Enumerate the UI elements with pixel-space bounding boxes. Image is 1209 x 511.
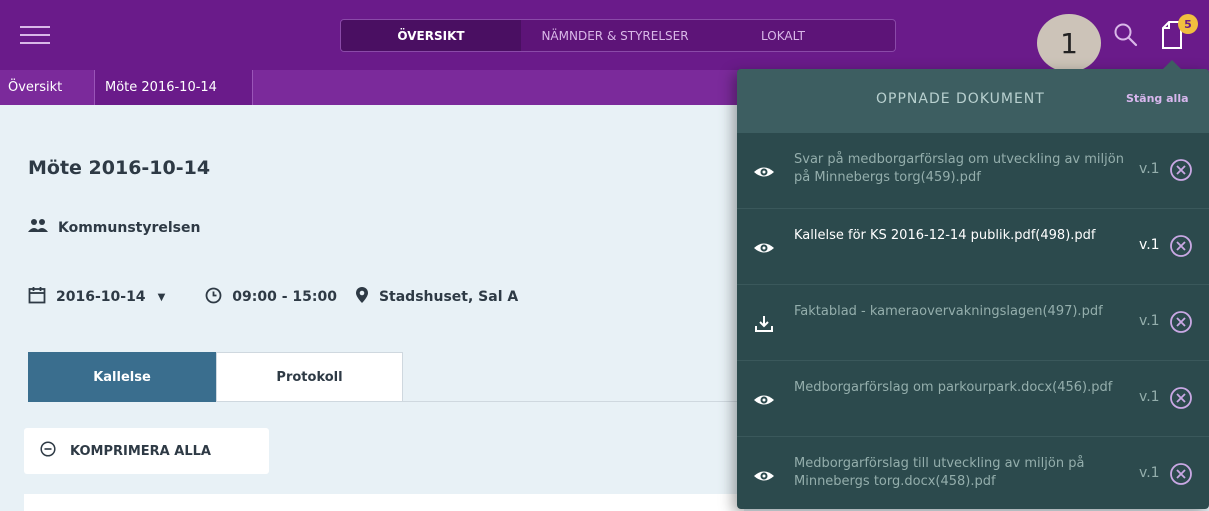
download-icon[interactable] bbox=[753, 313, 775, 335]
meeting-time: 09:00 - 15:00 bbox=[232, 289, 337, 305]
eye-icon[interactable] bbox=[753, 237, 775, 259]
tab-namnder-styrelser[interactable]: NÄMNDER & STYRELSER bbox=[521, 20, 709, 51]
document-name[interactable]: Faktablad - kameraovervakningslagen(497)… bbox=[794, 303, 1129, 321]
open-documents-count-badge: 5 bbox=[1178, 14, 1198, 34]
panel-header: OPPNADE DOKUMENT Stäng alla bbox=[737, 69, 1209, 133]
calendar-icon bbox=[28, 286, 46, 308]
eye-icon[interactable] bbox=[753, 389, 775, 411]
main-tabs: ÖVERSIKT NÄMNDER & STYRELSER LOKALT bbox=[340, 19, 896, 52]
document-name[interactable]: Kallelse för KS 2016-12-14 publik.pdf(49… bbox=[794, 227, 1129, 245]
page-title: Möte 2016-10-14 bbox=[28, 157, 211, 179]
group-icon bbox=[28, 218, 48, 238]
step-marker: 1 bbox=[1037, 14, 1101, 72]
tab-lokalt[interactable]: LOKALT bbox=[709, 20, 895, 51]
location-pin-icon bbox=[355, 286, 369, 308]
document-version: v.1 bbox=[1139, 313, 1160, 329]
document-item[interactable]: Medborgarförslag om parkourpark.docx(456… bbox=[737, 361, 1209, 437]
tab-oversikt[interactable]: ÖVERSIKT bbox=[341, 20, 521, 51]
close-circle-icon[interactable] bbox=[1169, 462, 1193, 486]
close-circle-icon[interactable] bbox=[1169, 158, 1193, 182]
clock-icon bbox=[205, 287, 222, 308]
document-name[interactable]: Medborgarförslag till utveckling av milj… bbox=[794, 455, 1129, 491]
tab-divider bbox=[403, 401, 743, 402]
menu-icon[interactable] bbox=[20, 24, 50, 46]
document-version: v.1 bbox=[1139, 237, 1160, 253]
document-tabs: Kallelse Protokoll bbox=[28, 352, 403, 402]
date-dropdown-icon[interactable]: ▼ bbox=[158, 292, 166, 303]
close-circle-icon[interactable] bbox=[1169, 386, 1193, 410]
meeting-location: Stadshuset, Sal A bbox=[378, 289, 519, 305]
search-icon[interactable] bbox=[1113, 22, 1139, 48]
panel-title: OPPNADE DOKUMENT bbox=[876, 91, 1045, 107]
document-version: v.1 bbox=[1139, 161, 1160, 177]
close-circle-icon[interactable] bbox=[1169, 310, 1193, 334]
collapse-all-button[interactable]: KOMPRIMERA ALLA bbox=[24, 428, 269, 474]
meeting-date: 2016-10-14 bbox=[56, 289, 146, 305]
collapse-all-label: KOMPRIMERA ALLA bbox=[70, 443, 211, 459]
document-item[interactable]: Medborgarförslag till utveckling av milj… bbox=[737, 437, 1209, 511]
top-nav: ÖVERSIKT NÄMNDER & STYRELSER LOKALT 1 5 bbox=[0, 0, 1209, 72]
document-version: v.1 bbox=[1139, 465, 1160, 481]
document-name[interactable]: Svar på medborgarförslag om utveckling a… bbox=[794, 151, 1129, 187]
document-name[interactable]: Medborgarförslag om parkourpark.docx(456… bbox=[794, 379, 1129, 397]
meeting-meta: 2016-10-14 ▼ 09:00 - 15:00 Stadshuset, S… bbox=[28, 285, 518, 309]
minus-circle-icon bbox=[40, 441, 56, 461]
tab-protokoll[interactable]: Protokoll bbox=[216, 352, 403, 402]
committee-row: Kommunstyrelsen bbox=[28, 216, 200, 240]
breadcrumb-meeting[interactable]: Möte 2016-10-14 bbox=[95, 70, 253, 105]
document-version: v.1 bbox=[1139, 389, 1160, 405]
close-all-button[interactable]: Stäng alla bbox=[1126, 92, 1189, 105]
open-documents-panel: OPPNADE DOKUMENT Stäng alla Svar på medb… bbox=[737, 60, 1209, 511]
document-item[interactable]: Svar på medborgarförslag om utveckling a… bbox=[737, 133, 1209, 209]
eye-icon[interactable] bbox=[753, 465, 775, 487]
committee-name[interactable]: Kommunstyrelsen bbox=[58, 220, 200, 236]
agenda-content bbox=[24, 494, 744, 511]
eye-icon[interactable] bbox=[753, 161, 775, 183]
document-item[interactable]: Faktablad - kameraovervakningslagen(497)… bbox=[737, 285, 1209, 361]
breadcrumb-oversikt[interactable]: Översikt bbox=[0, 70, 95, 105]
tab-kallelse[interactable]: Kallelse bbox=[28, 352, 216, 402]
document-item[interactable]: Kallelse för KS 2016-12-14 publik.pdf(49… bbox=[737, 209, 1209, 285]
close-circle-icon[interactable] bbox=[1169, 234, 1193, 258]
